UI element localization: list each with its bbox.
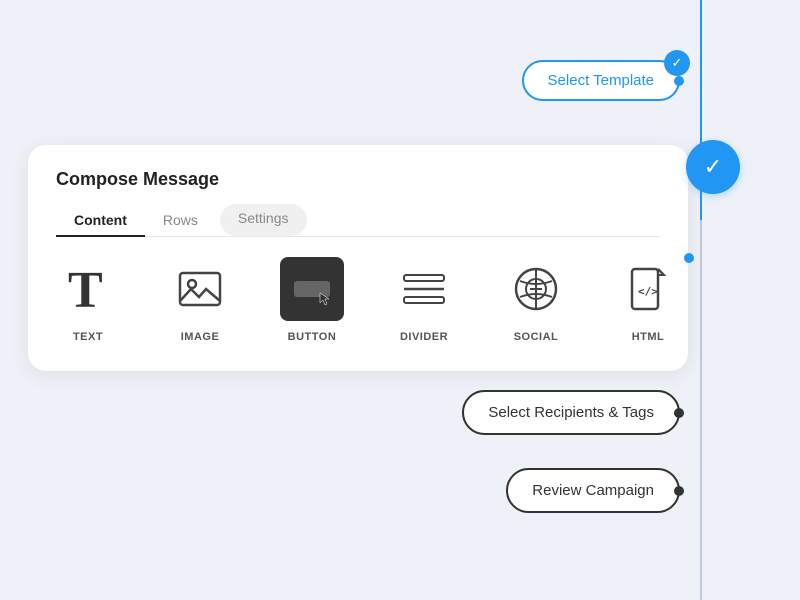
divider-label: DIVIDER: [400, 331, 448, 343]
html-icon-container: </>: [616, 257, 680, 321]
text-icon: T: [68, 265, 108, 313]
tab-content[interactable]: Content: [56, 204, 145, 236]
select-template-check: ✓: [664, 50, 690, 76]
html-icon: </>: [624, 265, 672, 313]
block-image[interactable]: IMAGE: [168, 257, 232, 343]
block-social[interactable]: SOCIAL: [504, 257, 568, 343]
compose-message-title: Compose Message: [56, 169, 660, 190]
svg-text:T: T: [68, 265, 103, 313]
image-label: IMAGE: [181, 331, 220, 343]
block-button[interactable]: BUTTON: [280, 257, 344, 343]
content-blocks: T TEXT IMAGE: [56, 257, 660, 343]
review-campaign-step[interactable]: Review Campaign: [506, 468, 680, 513]
button-label: BUTTON: [288, 331, 337, 343]
block-html[interactable]: </> HTML: [616, 257, 680, 343]
block-text[interactable]: T TEXT: [56, 257, 120, 343]
divider-icon: [400, 265, 448, 313]
button-icon-container: [280, 257, 344, 321]
divider-icon-container: [392, 257, 456, 321]
compose-message-card: Compose Message Content Rows Settings T …: [28, 145, 688, 371]
social-icon: [512, 265, 560, 313]
select-recipients-label: Select Recipients & Tags: [488, 404, 654, 421]
tab-rows[interactable]: Rows: [145, 204, 216, 236]
social-label: SOCIAL: [514, 331, 559, 343]
tab-settings[interactable]: Settings: [220, 204, 307, 236]
image-icon-container: [168, 257, 232, 321]
html-label: HTML: [632, 331, 665, 343]
compose-tabs: Content Rows Settings: [56, 204, 660, 237]
image-icon: [176, 265, 224, 313]
block-divider[interactable]: DIVIDER: [392, 257, 456, 343]
review-campaign-label: Review Campaign: [532, 482, 654, 499]
svg-text:</>: </>: [638, 285, 658, 298]
select-template-step[interactable]: Select Template ✓: [522, 60, 680, 101]
checkmark-icon: ✓: [704, 154, 722, 180]
social-icon-container: [504, 257, 568, 321]
review-dot: [674, 486, 684, 496]
step-circle-compose: ✓: [686, 140, 740, 194]
text-label: TEXT: [73, 331, 103, 343]
compose-card-dot: [684, 253, 694, 263]
select-template-label: Select Template: [548, 72, 654, 89]
button-icon: [288, 265, 336, 313]
text-icon-container: T: [56, 257, 120, 321]
select-template-dot: [674, 76, 684, 86]
recipients-dot: [674, 408, 684, 418]
select-recipients-step[interactable]: Select Recipients & Tags: [462, 390, 680, 435]
